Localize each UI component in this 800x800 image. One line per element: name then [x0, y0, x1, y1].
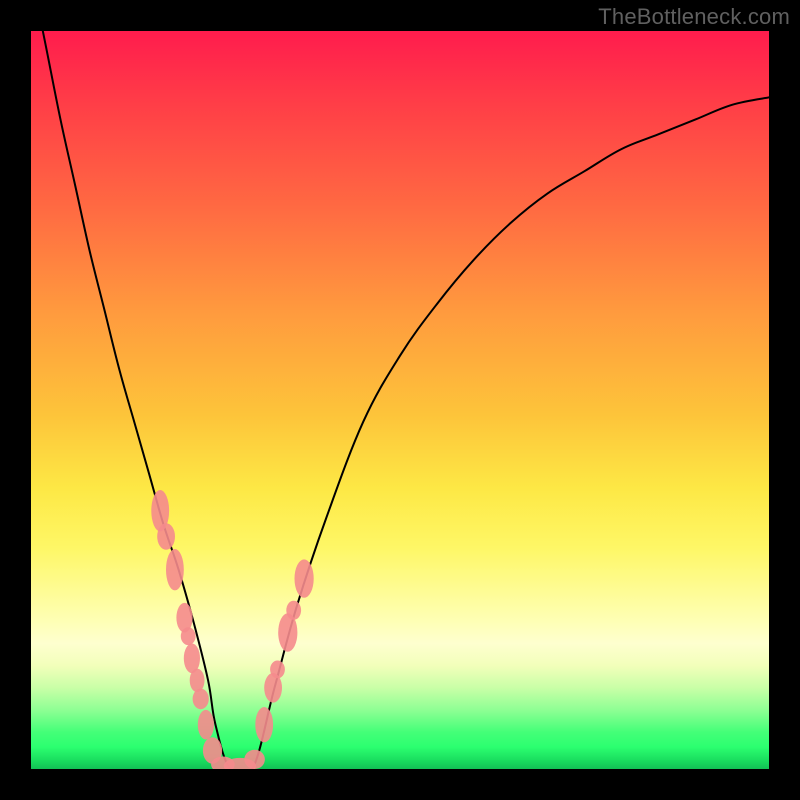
chart-container: TheBottleneck.com [0, 0, 800, 800]
plot-area [31, 31, 769, 769]
bead-marker [166, 549, 184, 590]
bead-marker [193, 689, 209, 710]
bead-marker [295, 559, 314, 597]
bead-marker [244, 750, 265, 769]
bead-marker [286, 601, 301, 620]
curve-beads [151, 490, 313, 769]
curve-layer [31, 31, 769, 769]
bead-marker [157, 523, 175, 550]
bead-marker [270, 661, 285, 679]
bottleneck-curve [31, 31, 769, 769]
watermark-text: TheBottleneck.com [598, 4, 790, 30]
bead-marker [198, 710, 214, 740]
bead-marker [181, 627, 196, 645]
bead-marker [255, 707, 273, 742]
bead-marker [190, 669, 205, 693]
